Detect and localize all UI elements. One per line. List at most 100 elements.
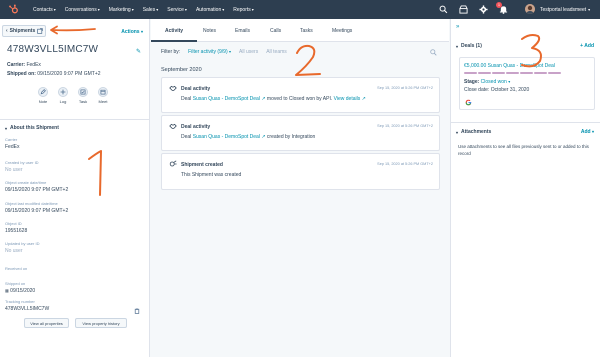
all-teams-filter[interactable]: All teams xyxy=(266,49,287,55)
property-value: 09/15/2020 9:07 PM GMT+2 xyxy=(5,208,69,214)
hubspot-logo-icon[interactable] xyxy=(8,4,19,15)
timeline-item[interactable]: Shipment created Sep 15, 2020 at 5:26 PM… xyxy=(161,153,440,190)
tab-calls[interactable]: Calls xyxy=(270,28,281,34)
deal-close-date: Close date: October 31, 2020 xyxy=(464,87,529,93)
chevron-down-icon: ▾ xyxy=(184,6,187,12)
chevron-down-icon: ▾ xyxy=(131,6,134,12)
avatar[interactable] xyxy=(525,4,535,14)
nav-contacts[interactable]: Contacts▾ xyxy=(33,7,56,13)
tab-meetings[interactable]: Meetings xyxy=(332,28,352,34)
tab-activity[interactable]: Activity xyxy=(165,28,183,34)
chevron-down-icon: ▾ xyxy=(456,129,459,135)
pipeline-step xyxy=(534,72,547,74)
chevron-down-icon: ▾ xyxy=(5,125,8,131)
tab-emails[interactable]: Emails xyxy=(235,28,250,34)
view-all-properties-button[interactable]: View all properties xyxy=(24,318,69,328)
property-object-id[interactable]: Object ID 19551628 xyxy=(5,221,27,234)
pipeline-step xyxy=(464,72,477,74)
collapse-sidebar-icon[interactable]: » xyxy=(456,24,459,30)
section-title: About this Shipment xyxy=(10,125,59,131)
chevron-left-icon: ‹ xyxy=(6,28,8,34)
view-details-link[interactable]: View details xyxy=(334,96,361,102)
property-tracking-number[interactable]: Tracking number 478W3VLL5IMC7W xyxy=(5,299,49,312)
property-label: Received on xyxy=(5,266,28,271)
record-title: 478W3VLL5IMC7W xyxy=(7,44,99,55)
add-deal-button[interactable]: + Add xyxy=(580,43,594,49)
account-menu[interactable]: Testportal leadsmeet ▾ xyxy=(540,0,590,19)
search-icon[interactable] xyxy=(430,49,437,56)
nav-sales[interactable]: Sales▾ xyxy=(143,7,159,13)
meet-button[interactable]: Meet xyxy=(98,87,108,104)
close-label: Close date: xyxy=(464,87,490,93)
deal-link[interactable]: Susan Quas - DemoSpot Deal xyxy=(193,134,260,140)
nav-conversations[interactable]: Conversations▾ xyxy=(65,7,100,13)
deal-handshake-icon xyxy=(169,123,177,129)
note-button[interactable]: Note xyxy=(38,87,48,104)
timeline-item[interactable]: Deal activity Sep 15, 2020 at 5:26 PM GM… xyxy=(161,115,440,151)
pipeline-step xyxy=(506,72,519,74)
property-carrier[interactable]: Carrier FedEx xyxy=(5,137,19,150)
deal-link[interactable]: Susan Quas - DemoSpot Deal xyxy=(193,96,260,102)
nav-reports[interactable]: Reports▾ xyxy=(233,7,254,13)
actions-dropdown[interactable]: Actions ▾ xyxy=(121,29,143,35)
quick-actions: Note Log Task Meet xyxy=(38,87,108,104)
account-name: Testportal leadsmeet xyxy=(540,6,587,13)
nav-marketing[interactable]: Marketing▾ xyxy=(109,7,134,13)
property-label: Updated by user ID xyxy=(5,241,40,246)
back-label: Shipments xyxy=(9,28,36,34)
property-create-date[interactable]: Object create date/time 09/15/2020 9:07 P… xyxy=(5,180,68,193)
property-label: Object create date/time xyxy=(5,180,47,185)
property-created-by[interactable]: Created by user ID No user xyxy=(5,160,39,173)
property-modified-date[interactable]: Object last modified date/time 09/15/2020… xyxy=(5,201,68,214)
attachments-add-dropdown[interactable]: Add ▾ xyxy=(581,129,594,135)
task-icon xyxy=(78,87,88,97)
tab-notes[interactable]: Notes xyxy=(203,28,216,34)
pipeline-step xyxy=(520,72,533,74)
timeline-item-date: Sep 15, 2020 at 5:26 PM GMT+2 xyxy=(377,162,433,166)
back-to-shipments-button[interactable]: ‹ Shipments xyxy=(2,25,46,37)
body-text: Deal xyxy=(181,96,193,102)
chevron-down-icon: ▾ xyxy=(97,6,100,12)
stage-value[interactable]: Closed won xyxy=(481,79,507,85)
copy-icon[interactable] xyxy=(134,308,140,314)
deal-handshake-icon xyxy=(169,85,177,91)
deals-section-toggle[interactable]: ▾ Deals (1) xyxy=(456,43,482,49)
timeline-item-body: Deal Susan Quas - DemoSpot Deal ↗ moved … xyxy=(181,96,366,102)
gear-icon[interactable] xyxy=(479,5,488,14)
nav-automation[interactable]: Automation▾ xyxy=(196,7,224,13)
shipment-object-icon xyxy=(169,160,177,167)
view-property-history-button[interactable]: View property history xyxy=(75,318,127,328)
avatar-photo-icon xyxy=(525,4,535,14)
property-value: 19551628 xyxy=(5,228,28,234)
shipped-value: 09/15/2020 9:07 PM GMT+2 xyxy=(37,71,101,77)
notifications-bell[interactable]: 1 xyxy=(496,2,508,14)
annotation-arrow xyxy=(50,25,96,35)
timeline-item[interactable]: Deal activity Sep 15, 2020 at 5:26 PM GM… xyxy=(161,77,440,113)
log-label: Log xyxy=(59,99,67,104)
property-received-on[interactable]: Received on xyxy=(5,266,27,273)
annotation-number-one xyxy=(88,150,102,196)
marketplace-icon[interactable] xyxy=(459,5,468,14)
property-value: 478W3VLL5IMC7W xyxy=(5,306,50,312)
nav-service[interactable]: Service▾ xyxy=(167,7,187,13)
carrier-summary: Carrier: FedEx xyxy=(7,62,41,68)
property-value: No user xyxy=(5,248,23,254)
notification-badge: 1 xyxy=(496,2,502,8)
log-button[interactable]: Log xyxy=(58,87,68,104)
property-label: Created by user ID xyxy=(5,160,39,165)
property-label: Object last modified date/time xyxy=(5,201,58,206)
top-navigation: Contacts▾ Conversations▾ Marketing▾ Sale… xyxy=(0,0,600,19)
property-updated-by[interactable]: Updated by user ID No user xyxy=(5,241,39,254)
attachments-section-toggle[interactable]: ▾ Attachments xyxy=(456,129,491,135)
all-users-filter[interactable]: All users xyxy=(239,49,258,55)
search-icon[interactable] xyxy=(439,5,448,14)
tab-tasks[interactable]: Tasks xyxy=(300,28,313,34)
about-section-toggle[interactable]: ▾ About this Shipment xyxy=(5,125,59,131)
edit-pencil-icon[interactable]: ✎ xyxy=(136,48,141,55)
filter-activity-dropdown[interactable]: Filter activity (9/9) ▾ xyxy=(188,49,231,55)
task-button[interactable]: Task xyxy=(78,87,88,104)
property-shipped-on[interactable]: Shipped on ▦ 09/15/2020 xyxy=(5,281,35,294)
timeline-item-body: This Shipment was created xyxy=(181,172,242,178)
chevron-down-icon: ▾ xyxy=(140,29,143,34)
filter-label: Filter by: xyxy=(161,49,181,55)
